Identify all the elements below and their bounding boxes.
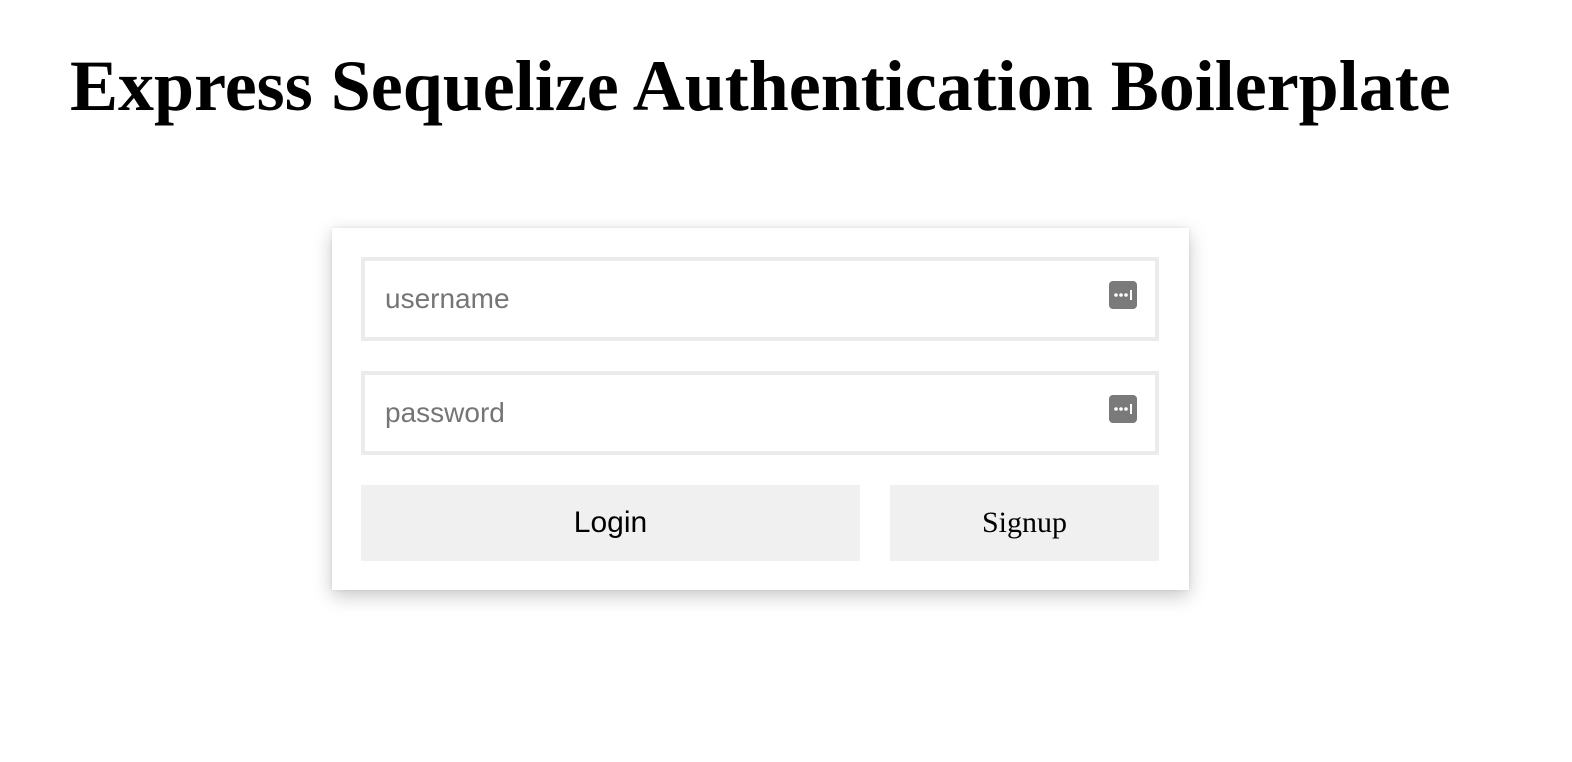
login-button[interactable]: Login: [361, 485, 860, 561]
password-manager-key-icon[interactable]: [1109, 395, 1137, 423]
password-field: [361, 371, 1159, 455]
page-title: Express Sequelize Authentication Boilerp…: [70, 46, 1451, 126]
username-input[interactable]: [365, 261, 1155, 337]
username-field: [361, 257, 1159, 341]
password-input[interactable]: [365, 375, 1155, 451]
signup-button[interactable]: Signup: [890, 485, 1159, 561]
login-card: Login Signup: [332, 228, 1189, 590]
password-manager-key-icon[interactable]: [1109, 281, 1137, 309]
